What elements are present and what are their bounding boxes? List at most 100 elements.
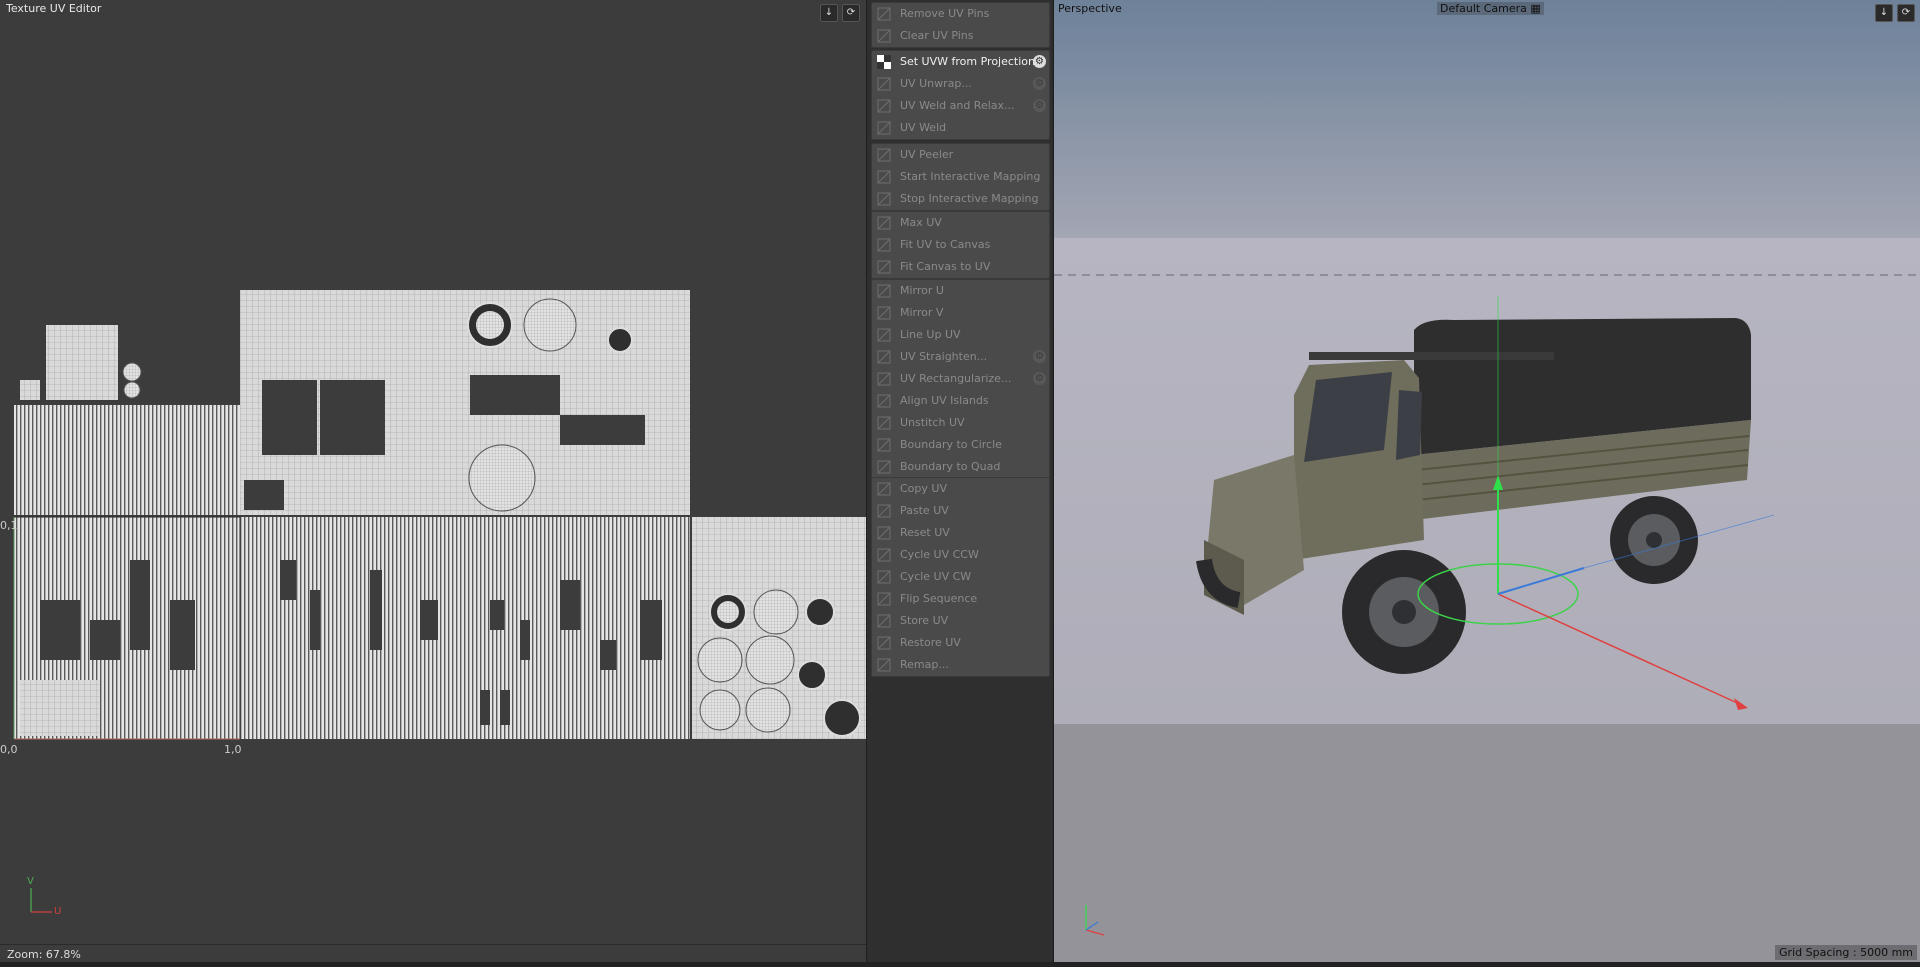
sync-icon[interactable]: ⟳ [842,4,860,22]
command-fit-uv-to-canvas[interactable]: Fit UV to Canvas [872,234,1049,256]
command-label: Clear UV Pins [900,29,974,42]
command-label: Boundary to Quad [900,460,1001,473]
command-label: Mirror V [900,306,944,319]
command-line-up-uv[interactable]: Line Up UV [872,324,1049,346]
pin-icon[interactable]: ↓ [820,4,838,22]
camera-selector[interactable]: Default Camera ▦ [1437,2,1544,15]
uv-command-palette: Remove UV Pins Clear UV Pins Set UVW from … [867,0,1052,962]
cycle-uv-cw-icon [877,570,891,584]
command-paste-uv[interactable]: Paste UV [872,500,1049,522]
start-interactive-mapping-icon [877,170,891,184]
viewport-title[interactable]: Perspective [1058,2,1122,15]
uv-island-cluster-small [20,325,142,400]
command-label: Reset UV [900,526,950,539]
sync-icon[interactable]: ⟳ [1897,4,1915,22]
command-copy-uv[interactable]: Copy UV [872,478,1049,500]
line-up-uv-icon [877,328,891,342]
uv-corner-label-0-1: 0,1 [0,519,18,532]
command-stop-interactive-mapping[interactable]: Stop Interactive Mapping [872,188,1049,210]
command-restore-uv[interactable]: Restore UV [872,632,1049,654]
viewport-scene[interactable] [1054,0,1920,962]
command-store-uv[interactable]: Store UV [872,610,1049,632]
command-mirror-v[interactable]: Mirror V [872,302,1049,324]
command-label: UV Weld and Relax... [900,99,1015,112]
perspective-viewport[interactable]: Perspective Default Camera ▦ ↓ ⟳ Grid Sp… [1053,0,1920,962]
max-uv-icon [877,216,891,230]
command-uv-weld[interactable]: UV Weld [872,117,1049,139]
uv-straighten-icon [877,350,891,364]
camera-icon: ▦ [1530,2,1541,15]
command-uv-straighten[interactable]: UV Straighten... ⚙ [872,346,1049,368]
command-group-2: Set UVW from Projection... ⚙ UV Unwrap... ⚙… [871,50,1050,140]
command-max-uv[interactable]: Max UV [872,212,1049,234]
pin-icon[interactable]: ↓ [1875,4,1893,22]
command-uv-peeler[interactable]: UV Peeler [872,144,1049,166]
uv-editor-title: Texture UV Editor [6,2,102,15]
command-label: Line Up UV [900,328,961,341]
command-fit-canvas-to-uv[interactable]: Fit Canvas to UV [872,256,1049,278]
command-cycle-uv-cw[interactable]: Cycle UV CW [872,566,1049,588]
command-start-interactive-mapping[interactable]: Start Interactive Mapping [872,166,1049,188]
command-set-uvw-from-projection[interactable]: Set UVW from Projection... ⚙ [872,51,1049,73]
gear-icon[interactable]: ⚙ [1033,372,1046,385]
boundary-to-quad-icon [877,460,891,474]
app-window: Texture UV Editor ↓ ⟳ 0,1 0,0 1,0 V U Zo… [0,0,1920,967]
command-label: Cycle UV CCW [900,548,979,561]
command-boundary-to-circle[interactable]: Boundary to Circle [872,434,1049,456]
command-label: Copy UV [900,482,947,495]
bottom-border [0,962,1920,967]
command-uv-rectangularize[interactable]: UV Rectangularize... ⚙ [872,368,1049,390]
uv-unwrap-icon [877,77,891,91]
command-cycle-uv-ccw[interactable]: Cycle UV CCW [872,544,1049,566]
command-label: Boundary to Circle [900,438,1002,451]
uv-editor-corner-buttons: ↓ ⟳ [820,4,860,22]
command-uv-weld-and-relax[interactable]: UV Weld and Relax... ⚙ [872,95,1049,117]
command-align-uv-islands[interactable]: Align UV Islands [872,390,1049,412]
gear-icon[interactable]: ⚙ [1033,77,1046,90]
command-group-6: Copy UV Paste UV Reset UV Cycle UV CCW Cycle… [871,477,1050,677]
gear-icon[interactable]: ⚙ [1033,350,1046,363]
command-group-5: Mirror U Mirror V Line Up UV UV Straighten.… [871,279,1050,479]
command-flip-sequence[interactable]: Flip Sequence [872,588,1049,610]
command-clear-uv-pins[interactable]: Clear UV Pins [872,25,1049,47]
texture-uv-editor-panel[interactable]: Texture UV Editor ↓ ⟳ 0,1 0,0 1,0 V U Zo… [0,0,867,962]
uv-tile-row2-a [14,405,240,515]
command-label: Start Interactive Mapping [900,170,1041,183]
reset-uv-icon [877,526,891,540]
grid-spacing-readout: Grid Spacing : 5000 mm [1775,945,1917,960]
gear-icon[interactable]: ⚙ [1033,55,1046,68]
command-remap[interactable]: Remap... [872,654,1049,676]
command-label: Paste UV [900,504,949,517]
gear-icon[interactable]: ⚙ [1033,99,1046,112]
uv-corner-label-1-0: 1,0 [224,743,242,756]
uv-peeler-icon [877,148,891,162]
command-reset-uv[interactable]: Reset UV [872,522,1049,544]
command-label: UV Unwrap... [900,77,972,90]
command-label: Unstitch UV [900,416,965,429]
command-boundary-to-quad[interactable]: Boundary to Quad [872,456,1049,478]
uv-corner-label-0-0: 0,0 [0,743,18,756]
command-label: Fit Canvas to UV [900,260,991,273]
command-group-4: Max UV Fit UV to Canvas Fit Canvas to UV [871,211,1050,279]
uv-weld-and-relax-icon [877,99,891,113]
command-group-1: Remove UV Pins Clear UV Pins [871,2,1050,48]
command-unstitch-uv[interactable]: Unstitch UV [872,412,1049,434]
clear-uv-pins-icon [877,29,891,43]
fit-uv-to-canvas-icon [877,238,891,252]
command-label: UV Weld [900,121,947,134]
uv-canvas[interactable] [0,0,866,944]
command-label: Stop Interactive Mapping [900,192,1039,205]
viewport-corner-buttons: ↓ ⟳ [1875,4,1915,22]
command-uv-unwrap[interactable]: UV Unwrap... ⚙ [872,73,1049,95]
copy-uv-icon [877,482,891,496]
command-mirror-u[interactable]: Mirror U [872,280,1049,302]
uv-weld-icon [877,121,891,135]
flip-sequence-icon [877,592,891,606]
uv-axis-gizmo: V U [26,876,66,920]
remove-uv-pins-icon [877,7,891,21]
command-label: Max UV [900,216,942,229]
command-group-3: UV Peeler Start Interactive Mapping Stop I… [871,143,1050,211]
command-remove-uv-pins[interactable]: Remove UV Pins [872,3,1049,25]
command-label: Cycle UV CW [900,570,972,583]
command-label: Remove UV Pins [900,7,990,20]
